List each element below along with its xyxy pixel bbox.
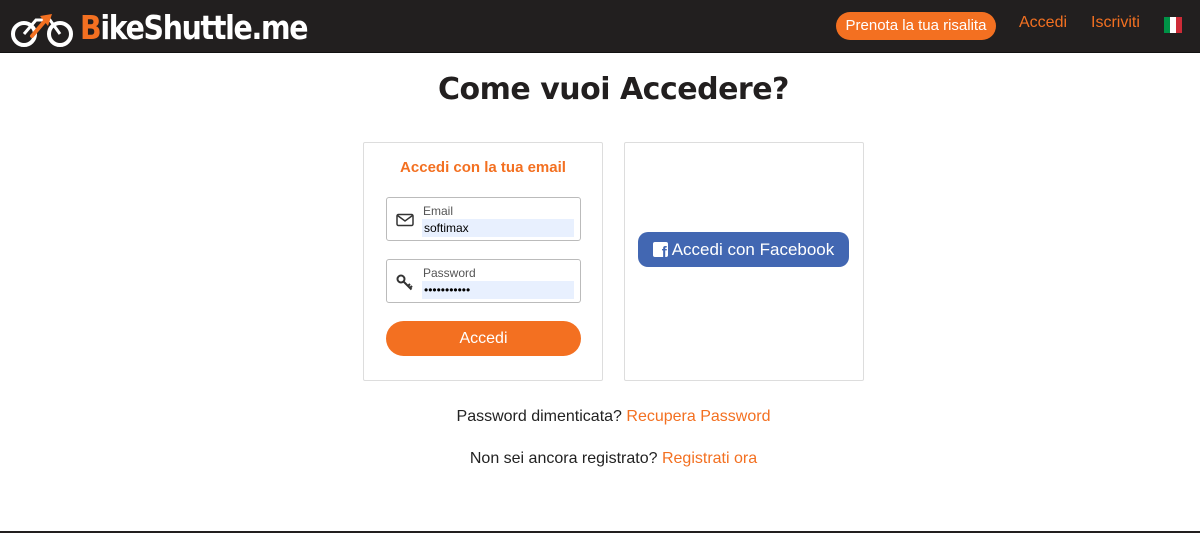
page-title: Come vuoi Accedere? xyxy=(438,72,789,107)
facebook-login-card: f Accedi con Facebook xyxy=(624,142,864,381)
forgot-password-text: Password dimenticata? xyxy=(456,408,622,425)
facebook-login-label: Accedi con Facebook xyxy=(671,239,835,259)
envelope-icon xyxy=(396,213,414,227)
login-submit-button[interactable]: Accedi xyxy=(386,321,581,356)
email-label: Email xyxy=(423,204,454,218)
book-ride-button[interactable]: Prenota la tua risalita xyxy=(836,12,996,40)
facebook-icon: f xyxy=(652,242,668,257)
brand-name: BikeShuttle.me xyxy=(80,7,309,47)
brand-logo[interactable]: BikeShuttle.me xyxy=(10,6,344,48)
forgot-password-row: Password dimenticata? Recupera Password xyxy=(0,408,1200,426)
italy-flag-icon[interactable] xyxy=(1164,17,1182,33)
register-text: Non sei ancora registrato? xyxy=(469,450,658,467)
key-icon xyxy=(396,274,413,291)
brand-name-rest: ikeShuttle.me xyxy=(100,7,308,47)
bike-logo-icon xyxy=(11,14,73,47)
email-input[interactable] xyxy=(422,219,574,237)
facebook-login-button[interactable]: f Accedi con Facebook xyxy=(638,232,849,267)
brand-initial: B xyxy=(80,7,102,47)
nav-login-link[interactable]: Accedi xyxy=(1019,14,1067,32)
nav-signup-link[interactable]: Iscriviti xyxy=(1091,14,1140,32)
email-login-card: Accedi con la tua email Email Password A… xyxy=(363,142,603,381)
password-field[interactable]: Password xyxy=(386,259,581,303)
register-now-link[interactable]: Registrati ora xyxy=(662,450,757,467)
password-label: Password xyxy=(423,266,476,280)
recover-password-link[interactable]: Recupera Password xyxy=(626,408,770,425)
password-input[interactable] xyxy=(422,281,574,299)
top-navigation-bar: BikeShuttle.me Prenota la tua risalita A… xyxy=(0,0,1200,53)
register-row: Non sei ancora registrato? Registrati or… xyxy=(0,450,1200,468)
email-login-heading: Accedi con la tua email xyxy=(400,159,566,176)
email-field[interactable]: Email xyxy=(386,197,581,241)
